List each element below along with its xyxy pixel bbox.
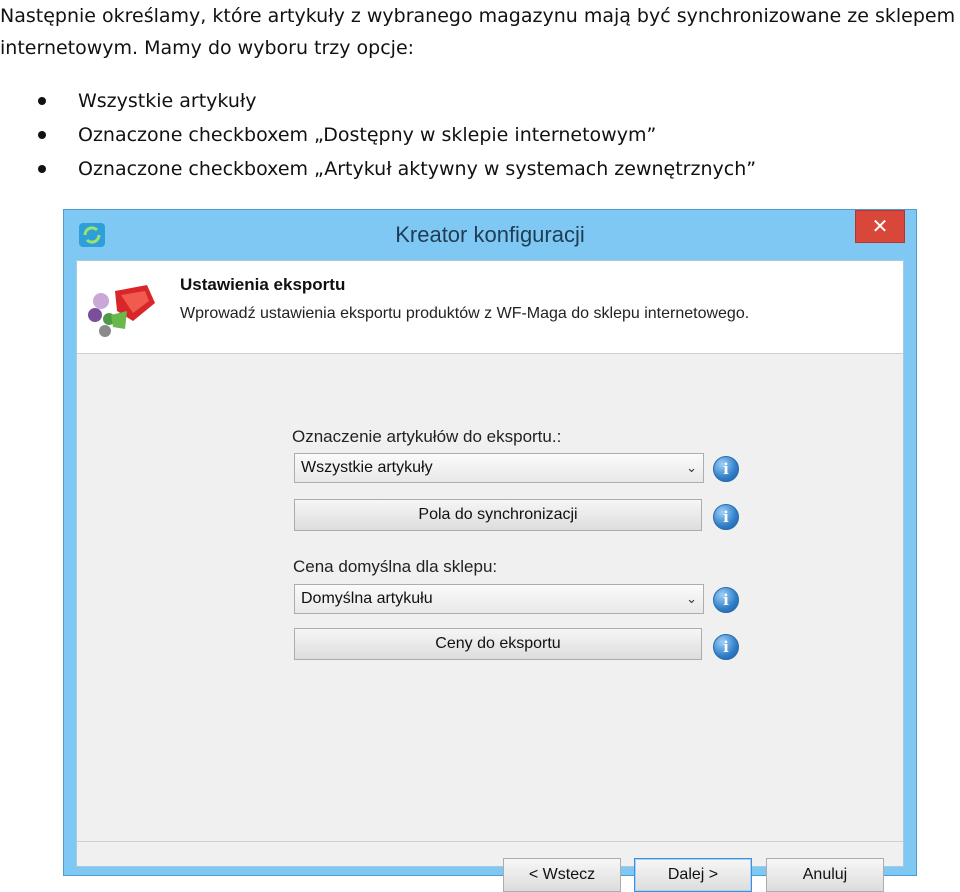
chevron-down-icon: ⌄ bbox=[686, 460, 697, 475]
info-icon[interactable]: i bbox=[713, 504, 739, 530]
list-item: Oznaczone checkboxem „Artykuł aktywny w … bbox=[0, 152, 756, 186]
header-description: Wprowadź ustawienia eksportu produktów z… bbox=[180, 305, 750, 322]
title-bar[interactable]: Kreator konfiguracji ✕ bbox=[64, 210, 916, 260]
article-marking-select[interactable]: Wszystkie artykuły ⌄ bbox=[294, 453, 704, 483]
chevron-down-icon: ⌄ bbox=[686, 591, 697, 606]
bullet-icon bbox=[38, 97, 46, 105]
close-icon: ✕ bbox=[871, 216, 889, 238]
sync-fields-button[interactable]: Pola do synchronizacji bbox=[294, 499, 702, 531]
export-prices-button[interactable]: Ceny do eksportu bbox=[294, 628, 702, 660]
list-item-text: Wszystkie artykuły bbox=[78, 90, 257, 112]
info-icon[interactable]: i bbox=[713, 456, 739, 482]
wizard-client-area: Ustawienia eksportu Wprowadź ustawienia … bbox=[76, 260, 904, 892]
bullet-icon bbox=[38, 131, 46, 139]
list-item: Wszystkie artykuły bbox=[0, 84, 756, 118]
list-item: Oznaczone checkboxem „Dostępny w sklepie… bbox=[0, 118, 756, 152]
list-item-text: Oznaczone checkboxem „Dostępny w sklepie… bbox=[78, 124, 657, 146]
article-marking-label: Oznaczenie artykułów do eksportu.: bbox=[292, 427, 562, 446]
info-icon[interactable]: i bbox=[713, 634, 739, 660]
default-price-label: Cena domyślna dla sklepu: bbox=[293, 557, 498, 576]
list-item-text: Oznaczone checkboxem „Artykuł aktywny w … bbox=[78, 158, 757, 180]
article-marking-value: Wszystkie artykuły bbox=[301, 459, 433, 476]
options-list: Wszystkie artykuły Oznaczone checkboxem … bbox=[0, 84, 756, 186]
header-title: Ustawienia eksportu bbox=[180, 275, 346, 294]
config-wizard-window: Kreator konfiguracji ✕ Ustawienia ekspor… bbox=[63, 209, 917, 892]
info-icon[interactable]: i bbox=[713, 587, 739, 613]
intro-paragraph: Następnie określamy, które artykuły z wy… bbox=[0, 5, 956, 59]
footer-divider bbox=[77, 841, 903, 842]
wizard-header: Ustawienia eksportu Wprowadź ustawienia … bbox=[77, 261, 903, 354]
next-button[interactable]: Dalej > bbox=[634, 858, 752, 892]
close-button[interactable]: ✕ bbox=[855, 210, 905, 243]
window-title: Kreator konfiguracji bbox=[395, 222, 585, 247]
back-button[interactable]: < Wstecz bbox=[503, 858, 621, 892]
cancel-button[interactable]: Anuluj bbox=[766, 858, 884, 892]
default-price-value: Domyślna artykułu bbox=[301, 590, 433, 607]
bullet-icon bbox=[38, 165, 46, 173]
export-logo-icon bbox=[88, 285, 155, 337]
default-price-select[interactable]: Domyślna artykułu ⌄ bbox=[294, 584, 704, 614]
